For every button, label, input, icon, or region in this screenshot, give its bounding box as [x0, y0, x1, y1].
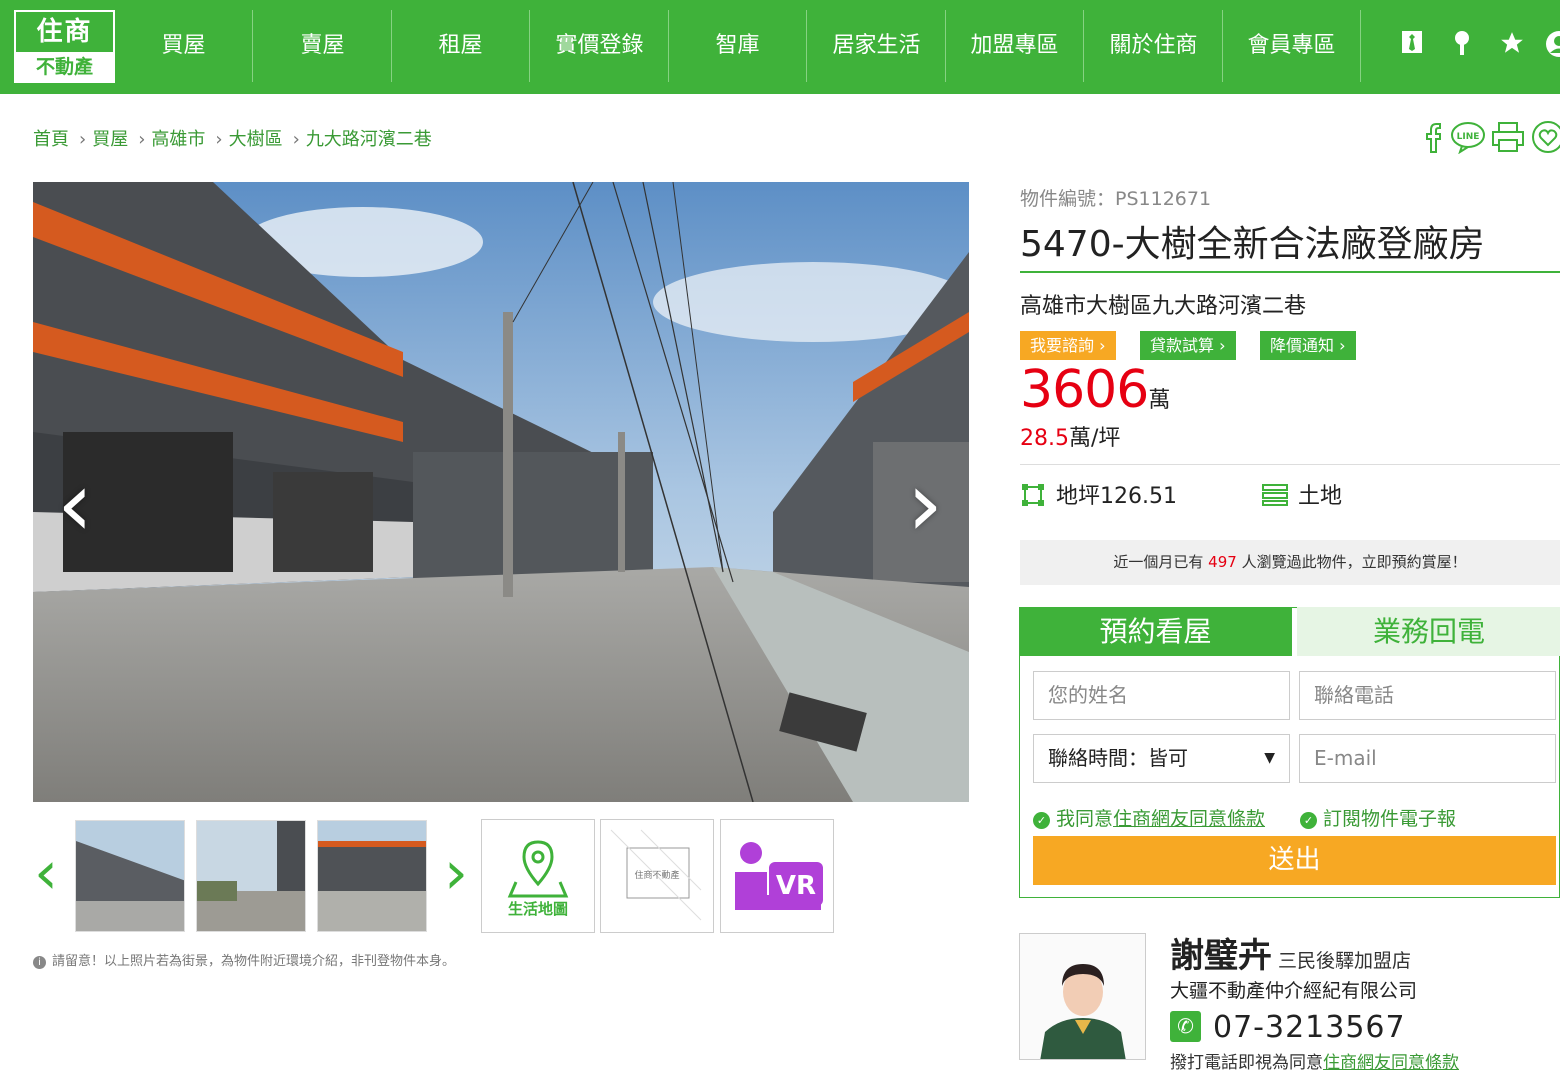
print-icon[interactable] — [1490, 120, 1526, 156]
nav-home-life[interactable]: 居家生活 — [808, 10, 946, 82]
pin-icon[interactable] — [1448, 30, 1476, 60]
main-photo[interactable] — [33, 182, 969, 802]
name-input[interactable]: 您的姓名 — [1033, 671, 1290, 720]
price-value: 3606 — [1020, 360, 1149, 420]
nav-price-registry[interactable]: 實價登錄 — [531, 10, 669, 82]
unit-price-value: 28.5 — [1020, 426, 1069, 451]
spec-land-area: 地坪126.51 — [1020, 482, 1177, 512]
agent-store: 三民後驛加盟店 — [1278, 950, 1412, 972]
agent-avatar — [1019, 933, 1146, 1060]
info-icon: i — [33, 956, 46, 969]
subscribe-checkbox[interactable]: ✓ 訂閱物件電子報 — [1300, 804, 1456, 831]
nav-member[interactable]: 會員專區 — [1223, 10, 1361, 82]
agent-company: 大疆不動產仲介經紀有限公司 — [1170, 980, 1418, 1002]
price-unit: 萬 — [1148, 388, 1171, 413]
consult-button[interactable]: 我要諮詢 › — [1020, 331, 1116, 360]
call-terms-note: 撥打電話即視為同意住商網友同意條款 — [1170, 1053, 1459, 1073]
land-icon — [1262, 484, 1288, 510]
top-navigation: 住商 不動產 買屋 賣屋 租屋 實價登錄 智庫 居家生活 加盟專區 關於住商 會… — [0, 0, 1560, 94]
nav-sell[interactable]: 賣屋 — [254, 10, 392, 82]
loan-calc-button[interactable]: 貸款試算 › — [1140, 331, 1236, 360]
thumb-prev-arrow[interactable]: ‹ — [28, 838, 64, 908]
breadcrumb-district[interactable]: 大樹區 — [229, 129, 283, 150]
spec-type: 土地 — [1262, 482, 1342, 512]
vr-label: VR — [776, 871, 816, 901]
breadcrumb-buy[interactable]: 買屋 — [92, 129, 128, 150]
thumbnail-2[interactable] — [196, 820, 306, 932]
agent-name-block: 謝璧卉 三民後驛加盟店 — [1170, 928, 1411, 977]
breadcrumb-home[interactable]: 首頁 — [33, 129, 69, 150]
listing-title: 5470-大樹全新合法廠登廠房 — [1020, 224, 1485, 265]
photo-next-arrow[interactable]: › — [895, 455, 955, 555]
tab-callback[interactable]: 業務回電 — [1297, 607, 1560, 656]
price-divider — [1020, 464, 1560, 465]
call-terms-link[interactable]: 住商網友同意條款 — [1323, 1053, 1459, 1073]
line-icon[interactable]: LINE — [1450, 120, 1486, 156]
agent-name: 謝璧卉 — [1170, 936, 1272, 976]
site-logo[interactable]: 住商 不動產 — [14, 10, 115, 83]
nav-franchise[interactable]: 加盟專區 — [946, 10, 1084, 82]
logo-top-text: 住商 — [16, 12, 113, 52]
breadcrumb-street[interactable]: 九大路河濱二巷 — [306, 129, 432, 150]
unit-price-unit: 萬/坪 — [1068, 426, 1121, 451]
line-icon-label: LINE — [1457, 132, 1480, 142]
caret-down-icon: ▼ — [1264, 750, 1275, 766]
life-map-button[interactable]: 生活地圖 — [481, 819, 595, 933]
phone-icon: ✆ — [1170, 1011, 1201, 1042]
floor-plan-thumbnail[interactable]: 住商不動產 — [600, 819, 714, 933]
listing-price: 3606萬 — [1020, 360, 1170, 420]
life-map-label: 生活地圖 — [507, 900, 568, 918]
terms-link[interactable]: 住商網友同意條款 — [1113, 808, 1265, 830]
nav-think-tank[interactable]: 智庫 — [669, 10, 807, 82]
thumbnail-1[interactable] — [75, 820, 185, 932]
unit-price: 28.5萬/坪 — [1020, 420, 1120, 452]
chevron-right-icon: › — [79, 129, 87, 150]
nav-about[interactable]: 關於住商 — [1085, 10, 1223, 82]
user-icon[interactable] — [1545, 30, 1560, 60]
chevron-right-icon: › — [215, 129, 223, 150]
vr-button[interactable]: VR — [720, 819, 834, 933]
submit-button[interactable]: 送出 — [1033, 836, 1556, 885]
thumb-next-arrow[interactable]: › — [438, 838, 474, 908]
nav-buy[interactable]: 買屋 — [115, 10, 253, 82]
breadcrumb-city[interactable]: 高雄市 — [151, 129, 205, 150]
listing-address: 高雄市大樹區九大路河濱二巷 — [1020, 294, 1307, 319]
heart-icon[interactable] — [1530, 120, 1560, 156]
check-circle-icon: ✓ — [1033, 812, 1050, 829]
photo-notice: i 請留意！以上照片若為街景，為物件附近環境介紹，非刊登物件本身。 — [33, 950, 455, 969]
check-circle-icon: ✓ — [1300, 812, 1317, 829]
thumbnail-3[interactable] — [317, 820, 427, 932]
view-count: 497 — [1208, 553, 1237, 571]
floor-plan-watermark: 住商不動產 — [634, 869, 679, 881]
contact-time-select[interactable]: 聯絡時間：皆可 ▼ — [1033, 734, 1290, 783]
agent-phone[interactable]: ✆ 07-3213567 — [1170, 1010, 1406, 1045]
star-icon[interactable] — [1498, 30, 1526, 60]
chevron-right-icon: › — [292, 129, 300, 150]
logo-bottom-text: 不動產 — [35, 56, 93, 78]
area-icon — [1020, 484, 1046, 510]
tab-book-viewing[interactable]: 預約看屋 — [1019, 607, 1292, 656]
photo-prev-arrow[interactable]: ‹ — [45, 455, 105, 555]
phone-input[interactable]: 聯絡電話 — [1299, 671, 1556, 720]
view-count-banner: 近一個月已有 497 人瀏覽過此物件，立即預約賞屋！ — [1020, 540, 1560, 585]
breadcrumb: 首頁 › 買屋 › 高雄市 › 大樹區 › 九大路河濱二巷 — [33, 125, 436, 151]
tie-icon[interactable] — [1398, 30, 1426, 60]
facebook-icon[interactable] — [1415, 120, 1451, 156]
chevron-right-icon: › — [138, 129, 146, 150]
booking-form: 預約看屋 業務回電 您的姓名 聯絡電話 聯絡時間：皆可 ▼ E-mail ✓ 我同… — [1019, 607, 1560, 898]
listing-id: 物件編號：PS112671 — [1020, 188, 1212, 210]
title-divider — [1020, 271, 1560, 273]
price-drop-alert-button[interactable]: 降價通知 › — [1260, 331, 1356, 360]
agree-terms-checkbox[interactable]: ✓ 我同意住商網友同意條款 — [1033, 804, 1265, 831]
email-input[interactable]: E-mail — [1299, 734, 1556, 783]
nav-rent[interactable]: 租屋 — [392, 10, 530, 82]
